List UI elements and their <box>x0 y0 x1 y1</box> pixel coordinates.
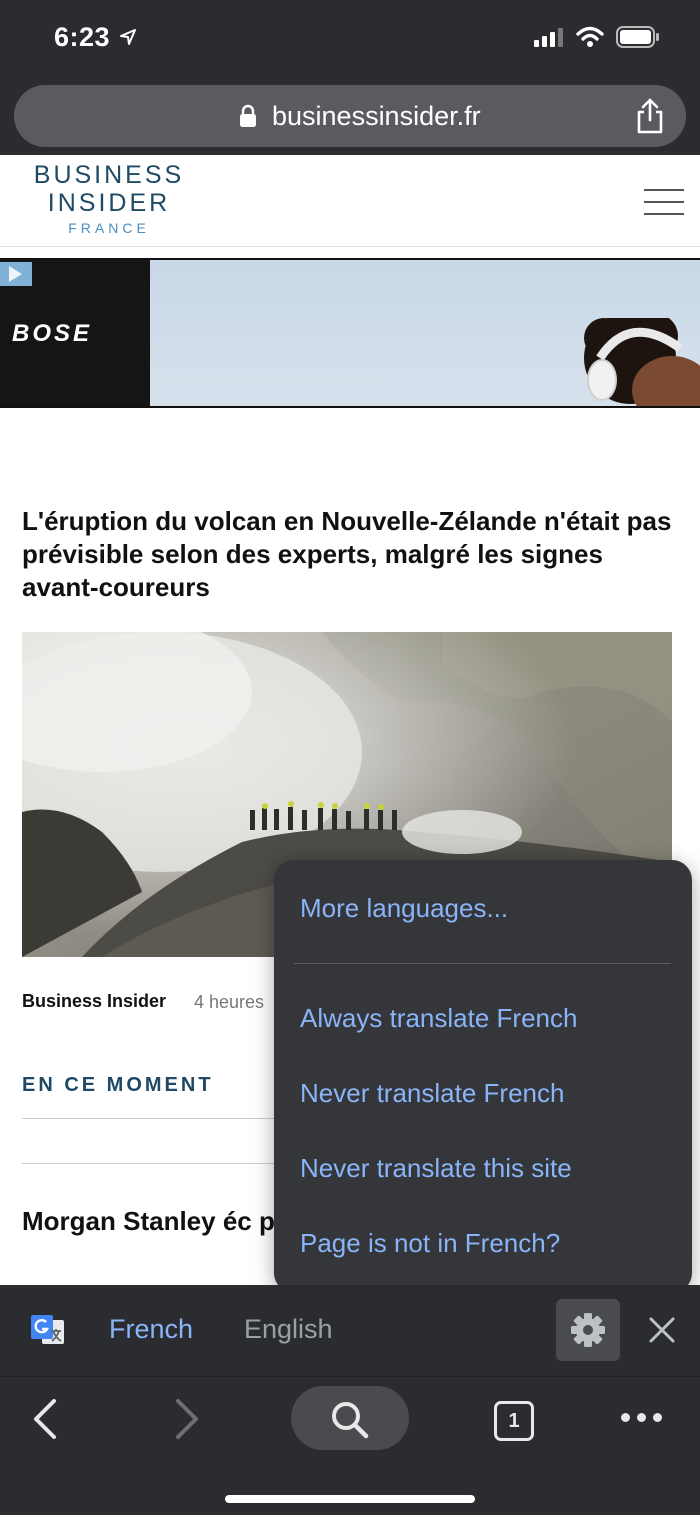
business-insider-logo[interactable]: BUSINESS INSIDER FRANCE <box>24 161 194 237</box>
ad-brand-panel: BOSE <box>0 260 150 406</box>
status-time: 6:23 <box>54 22 111 52</box>
location-arrow-icon <box>119 28 137 51</box>
translate-bar: French English <box>0 1285 700 1375</box>
article-source[interactable]: Business Insider <box>22 991 166 1012</box>
logo-line2: INSIDER <box>47 189 171 217</box>
gear-icon <box>571 1313 605 1347</box>
share-icon[interactable] <box>634 97 666 135</box>
menu-item-more-languages[interactable]: More languages... <box>300 893 508 924</box>
menu-item-always-translate[interactable]: Always translate French <box>300 1003 577 1034</box>
tab-target-language[interactable]: English <box>244 1314 333 1345</box>
divider <box>22 1118 282 1119</box>
site-header: BUSINESS INSIDER FRANCE <box>0 155 700 247</box>
ad-banner[interactable]: BOSE <box>0 258 700 408</box>
logo-line1: BUSINESS <box>33 161 185 189</box>
article-headline[interactable]: L'éruption du volcan en Nouvelle-Zélande… <box>22 505 672 604</box>
menu-item-never-translate-site[interactable]: Never translate this site <box>300 1153 572 1184</box>
search-icon <box>332 1402 369 1439</box>
wifi-icon <box>576 26 604 53</box>
google-translate-icon <box>30 1314 66 1346</box>
cellular-signal-icon <box>534 27 564 52</box>
more-menu-icon[interactable] <box>621 1413 662 1422</box>
forward-arrow-icon[interactable] <box>172 1397 202 1441</box>
divider <box>22 1163 282 1164</box>
battery-icon <box>616 26 660 53</box>
menu-divider <box>294 963 671 964</box>
status-bar: 6:23 <box>0 0 700 80</box>
close-icon[interactable] <box>647 1315 677 1345</box>
back-arrow-icon[interactable] <box>30 1397 60 1441</box>
section-heading: EN CE MOMENT <box>22 1074 214 1096</box>
hamburger-menu-icon[interactable] <box>644 189 684 215</box>
status-icons <box>534 26 660 53</box>
menu-item-page-not-in-language[interactable]: Page is not in French? <box>300 1228 560 1259</box>
search-button[interactable] <box>291 1386 409 1450</box>
lock-icon <box>238 104 258 133</box>
menu-item-never-translate-language[interactable]: Never translate French <box>300 1078 564 1109</box>
adchoices-icon[interactable] <box>0 262 32 286</box>
translate-options-menu: More languages... Always translate Frenc… <box>274 860 692 1293</box>
tab-switcher-button[interactable]: 1 <box>494 1401 534 1441</box>
home-indicator[interactable] <box>225 1495 475 1503</box>
translate-settings-button[interactable] <box>556 1299 620 1361</box>
ad-brand-logo: BOSE <box>12 320 93 347</box>
tab-source-language[interactable]: French <box>109 1314 193 1345</box>
article-time: 4 heures <box>194 992 265 1012</box>
bottom-toolbar: 1 <box>0 1376 700 1515</box>
logo-line3: FRANCE <box>68 220 150 236</box>
address-url[interactable]: businessinsider.fr <box>272 101 481 132</box>
ad-person-illustration <box>560 312 700 406</box>
address-bar[interactable]: businessinsider.fr <box>14 85 686 147</box>
